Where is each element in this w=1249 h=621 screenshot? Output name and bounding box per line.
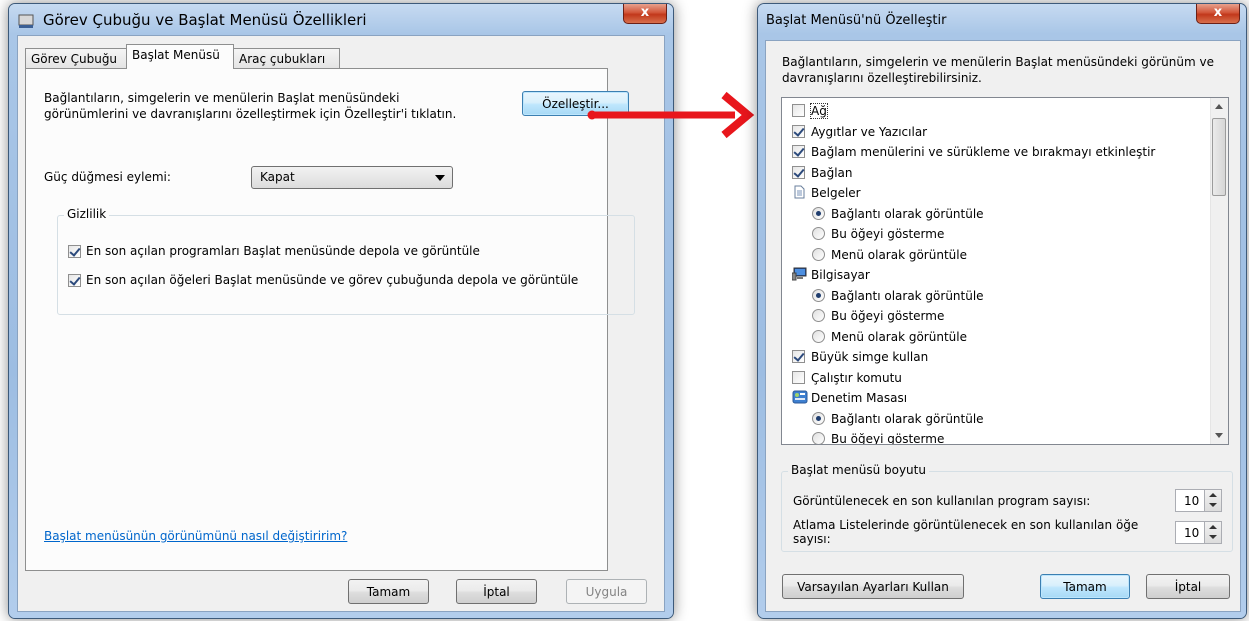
jumplist-items-label-line-2: sayısı: (793, 532, 831, 546)
recent-programs-value: 10 (1184, 494, 1200, 508)
option-radio[interactable] (812, 411, 825, 425)
jumplist-items-stepper[interactable]: 10 (1175, 521, 1222, 544)
list-item-label: Bağlantı olarak görüntüle (831, 288, 984, 303)
option-radio[interactable] (812, 288, 825, 302)
list-item[interactable]: Ağ (782, 101, 1212, 121)
close-button[interactable]: x (1196, 4, 1240, 24)
scroll-thumb[interactable] (1212, 118, 1226, 196)
start-menu-options-list[interactable]: Ağ Aygıtlar ve Yazıcılar Bağlam menülerini… (781, 97, 1229, 445)
option-radio[interactable] (812, 247, 825, 261)
stepper-buttons[interactable] (1204, 522, 1221, 543)
jumplist-items-value: 10 (1184, 526, 1200, 540)
list-item[interactable]: Bağlan (782, 163, 1212, 183)
list-item-label: Denetim Masası (811, 391, 908, 405)
option-radio[interactable] (812, 309, 825, 322)
computer-icon (791, 267, 807, 281)
option-checkbox[interactable] (792, 165, 805, 179)
stepper-up-icon[interactable] (1209, 525, 1217, 529)
list-item-label: Menü olarak görüntüle (831, 329, 967, 344)
list-item[interactable]: Bağlam menülerini ve sürükleme ve bırakm… (782, 142, 1212, 162)
option-checkbox[interactable] (792, 350, 805, 363)
list-item[interactable]: Bilgisayar (782, 265, 1212, 285)
list-item[interactable]: Bağlantı olarak görüntüle (782, 409, 1212, 429)
document-icon (792, 185, 806, 199)
list-item[interactable]: Çalıştır komutu (782, 368, 1212, 388)
list-item-label: Çalıştır komutu (811, 370, 902, 385)
description-line-2: davranışlarını özelleştirebilirsiniz. (782, 71, 982, 85)
list-item-label: Aygıtlar ve Yazıcılar (811, 124, 928, 139)
list-item-label: Belgeler (811, 186, 861, 200)
list-item[interactable]: Bağlantı olarak görüntüle (782, 286, 1212, 306)
list-item[interactable]: Aygıtlar ve Yazıcılar (782, 122, 1212, 142)
control-panel-icon (792, 390, 808, 404)
list-item[interactable]: Bağlantı olarak görüntüle (782, 204, 1212, 224)
ok-button[interactable]: Tamam (1040, 574, 1130, 599)
cancel-button[interactable]: İptal (1146, 574, 1230, 599)
stepper-down-icon[interactable] (1209, 535, 1217, 539)
list-item-label: Bağlantı olarak görüntüle (831, 411, 984, 426)
list-item-label: Bu öğeyi gösterme (831, 227, 945, 241)
option-checkbox[interactable] (792, 370, 805, 384)
scroll-up-icon[interactable] (1215, 104, 1223, 109)
description-line-1: Bağlantıların, simgelerin ve menülerin B… (782, 55, 1214, 69)
option-radio[interactable] (812, 227, 825, 240)
scroll-down-icon[interactable] (1215, 433, 1223, 438)
customize-start-menu-window: Başlat Menüsü'nü Özelleştir x Bağlantıla… (757, 3, 1247, 619)
option-radio[interactable] (812, 206, 825, 220)
start-menu-size-group: Başlat menüsü boyutu Görüntülenecek en s… (781, 463, 1233, 552)
list-item[interactable]: Menü olarak görüntüle (782, 327, 1212, 347)
recent-programs-label: Görüntülenecek en son kullanılan program… (793, 494, 1091, 508)
tab-start-menu[interactable]: Başlat Menüsü (126, 44, 234, 69)
window-title: Başlat Menüsü'nü Özelleştir (766, 13, 947, 28)
option-checkbox[interactable] (792, 104, 805, 117)
list-item[interactable]: Belgeler (782, 183, 1212, 203)
list-item[interactable]: Denetim Masası (782, 388, 1212, 408)
title-bar[interactable]: Başlat Menüsü'nü Özelleştir x (758, 4, 1246, 34)
tab-label: Başlat Menüsü (132, 48, 220, 62)
list-item-label: Büyük simge kullan (811, 350, 929, 364)
use-default-settings-button[interactable]: Varsayılan Ayarları Kullan (782, 574, 964, 599)
list-item[interactable]: Bu öğeyi gösterme (782, 224, 1212, 244)
vertical-scrollbar[interactable] (1210, 98, 1228, 444)
list-item[interactable]: Bu öğeyi gösterme (782, 306, 1212, 326)
list-item-label: Bu öğeyi gösterme (831, 309, 945, 323)
close-icon: x (1213, 5, 1223, 20)
start-menu-size-label: Başlat menüsü boyutu (788, 463, 929, 477)
list-item-label: Bağlam menülerini ve sürükleme ve bırakm… (811, 145, 1156, 159)
option-radio[interactable] (812, 432, 825, 444)
list-item-label: Bağlan (811, 165, 853, 180)
list-item-label: Bilgisayar (811, 268, 870, 282)
option-checkbox[interactable] (792, 124, 805, 138)
option-checkbox[interactable] (792, 145, 805, 158)
list-item-label: Menü olarak görüntüle (831, 247, 967, 262)
stepper-up-icon[interactable] (1209, 493, 1217, 497)
list-item[interactable]: Bu öğeyi gösterme (782, 429, 1212, 445)
list-item-label: Bağlantı olarak görüntüle (831, 206, 984, 221)
list-item[interactable]: Menü olarak görüntüle (782, 245, 1212, 265)
option-radio[interactable] (812, 329, 825, 343)
jumplist-items-label-line-1: Atlama Listelerinde görüntülenecek en so… (793, 518, 1139, 532)
list-item-label: Ağ (810, 103, 828, 119)
stepper-down-icon[interactable] (1209, 503, 1217, 507)
recent-programs-stepper[interactable]: 10 (1175, 489, 1222, 512)
stepper-buttons[interactable] (1204, 490, 1221, 511)
list-item[interactable]: Büyük simge kullan (782, 347, 1212, 367)
dialog-client-area: Bağlantıların, simgelerin ve menülerin B… (765, 40, 1241, 612)
list-item-label: Bu öğeyi gösterme (831, 432, 945, 445)
